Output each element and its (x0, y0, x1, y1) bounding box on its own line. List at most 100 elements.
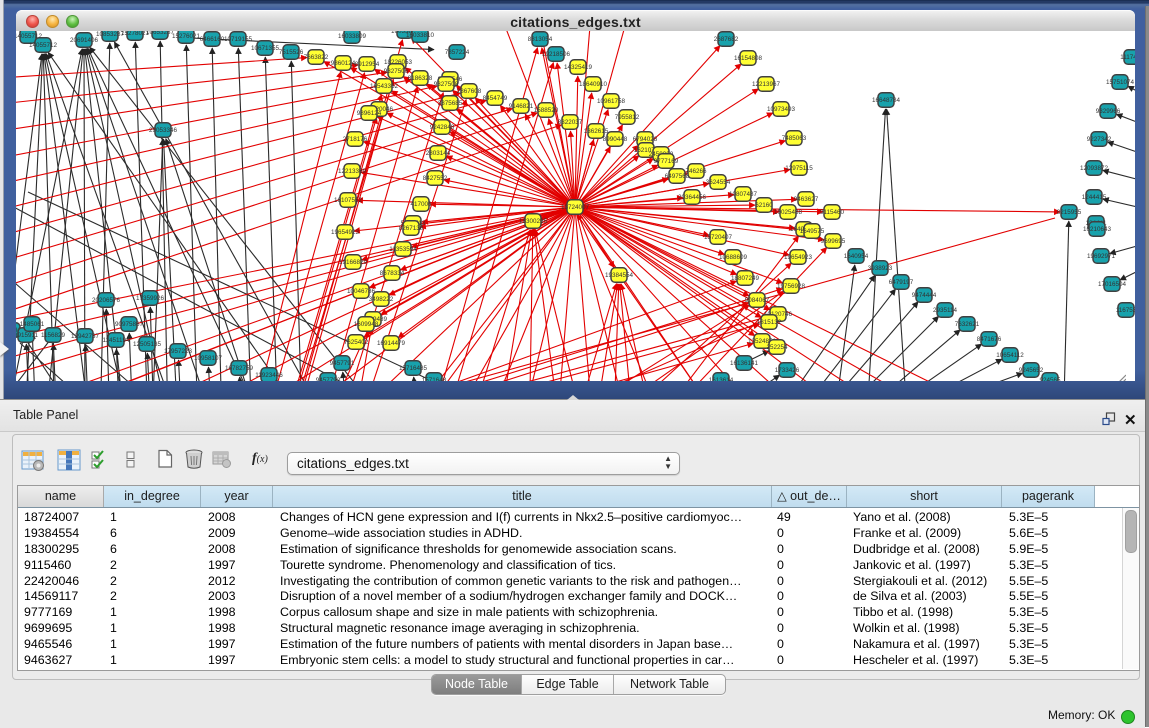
svg-text:12942737: 12942737 (71, 333, 100, 340)
svg-text:90975867: 90975867 (115, 321, 144, 328)
svg-text:16107552: 16107552 (334, 197, 363, 204)
svg-text:12093872: 12093872 (1080, 165, 1109, 172)
svg-text:16154808: 16154808 (734, 55, 763, 62)
svg-text:8322037: 8322037 (558, 119, 583, 126)
svg-text:7625402: 7625402 (344, 339, 369, 346)
svg-text:19692971: 19692971 (1087, 253, 1116, 260)
svg-text:1117453: 1117453 (1120, 54, 1135, 61)
svg-text:18640910: 18640910 (579, 81, 608, 88)
svg-text:1815132: 1815132 (757, 319, 782, 326)
svg-text:1649575: 1649575 (800, 228, 825, 235)
svg-text:7955812: 7955812 (615, 114, 640, 121)
svg-text:9463627: 9463627 (794, 196, 819, 203)
svg-text:8471676: 8471676 (977, 336, 1002, 343)
svg-text:7857224: 7857224 (445, 49, 470, 56)
svg-text:62160: 62160 (755, 202, 773, 209)
svg-text:417006: 417006 (410, 201, 432, 208)
svg-text:1609948: 1609948 (354, 321, 379, 328)
svg-text:15720407: 15720407 (704, 234, 733, 241)
svg-text:9245652: 9245652 (1019, 367, 1044, 374)
svg-text:16136141: 16136141 (730, 360, 759, 367)
svg-text:18724007: 18724007 (561, 204, 590, 211)
svg-text:1571648: 1571648 (422, 377, 447, 381)
svg-text:9896124: 9896124 (357, 110, 382, 117)
svg-text:10025488: 10025488 (774, 209, 803, 216)
svg-text:8678334: 8678334 (380, 270, 405, 277)
svg-text:8990448: 8990448 (603, 136, 628, 143)
svg-text:10688609: 10688609 (719, 254, 748, 261)
svg-text:14325419: 14325419 (564, 64, 593, 71)
svg-text:17016504: 17016504 (1098, 281, 1127, 288)
svg-text:11353594: 11353594 (389, 246, 417, 253)
svg-text:19384554: 19384554 (605, 272, 634, 279)
svg-text:16543362: 16543362 (370, 83, 399, 90)
svg-text:9115460: 9115460 (820, 209, 845, 216)
svg-text:19218506: 19218506 (542, 51, 571, 58)
svg-text:1613614: 1613614 (709, 377, 734, 381)
svg-text:19756928: 19756928 (777, 283, 806, 290)
svg-text:1640954: 1640954 (844, 253, 869, 260)
svg-text:9474444: 9474444 (912, 292, 937, 299)
svg-text:2867608: 2867608 (457, 88, 482, 95)
svg-text:10973493: 10973493 (767, 106, 796, 113)
svg-text:19654923: 19654923 (331, 229, 360, 236)
svg-text:20206576: 20206576 (92, 297, 121, 304)
svg-text:16033810: 16033810 (406, 32, 435, 39)
svg-text:6794028: 6794028 (633, 136, 658, 143)
svg-text:2687682: 2687682 (714, 36, 739, 43)
svg-text:18807249: 18807249 (731, 275, 760, 282)
svg-text:7632621: 7632621 (955, 321, 980, 328)
svg-text:252254: 252254 (766, 344, 788, 351)
svg-text:18300295: 18300295 (519, 218, 548, 225)
svg-text:19166829: 19166829 (339, 259, 368, 266)
svg-text:16782759: 16782759 (225, 365, 254, 372)
svg-text:6479197: 6479197 (889, 279, 914, 286)
svg-text:1362615: 1362615 (584, 128, 609, 135)
svg-text:8454749: 8454749 (483, 95, 508, 102)
svg-text:9084067: 9084067 (745, 297, 770, 304)
svg-text:8267130: 8267130 (399, 225, 424, 232)
svg-text:11923446: 11923446 (255, 372, 283, 379)
svg-text:9777169: 9777169 (654, 158, 679, 165)
svg-text:14055712: 14055712 (29, 42, 58, 49)
svg-text:10961758: 10961758 (597, 98, 626, 105)
svg-text:20364456: 20364456 (678, 194, 707, 201)
svg-text:1244415: 1244415 (1082, 194, 1107, 201)
svg-text:3875685: 3875685 (438, 100, 463, 107)
svg-text:11451194: 11451194 (102, 337, 130, 344)
svg-text:17957223: 17957223 (164, 348, 193, 355)
svg-text:17359926: 17359926 (136, 295, 165, 302)
svg-text:9327506: 9327506 (384, 68, 409, 75)
svg-text:16210643: 16210643 (1083, 226, 1112, 233)
svg-text:1156829: 1156829 (41, 332, 66, 339)
svg-text:10719155: 10719155 (224, 36, 253, 43)
svg-text:3938923: 3938923 (868, 265, 893, 272)
svg-text:116753: 116753 (1116, 307, 1135, 314)
svg-text:8813054: 8813054 (528, 36, 553, 43)
svg-text:2935114: 2935114 (933, 307, 958, 314)
svg-text:8215955: 8215955 (1057, 209, 1082, 216)
svg-text:9329966: 9329966 (1096, 108, 1121, 115)
svg-text:12213369: 12213369 (338, 168, 367, 175)
svg-text:1588520: 1588520 (534, 107, 559, 114)
svg-text:8912954: 8912954 (355, 61, 380, 68)
svg-text:16033809: 16033809 (338, 33, 367, 40)
svg-text:10958107: 10958107 (194, 355, 223, 362)
svg-text:3624554: 3624554 (706, 179, 731, 186)
svg-text:1485061: 1485061 (20, 321, 45, 328)
svg-text:19654923: 19654923 (784, 254, 813, 261)
svg-text:9242848: 9242848 (430, 124, 455, 131)
svg-text:6466160: 6466160 (200, 36, 225, 43)
svg-text:8186328: 8186328 (408, 75, 433, 82)
svg-text:7663822: 7663822 (304, 54, 329, 61)
svg-text:15276021: 15276021 (172, 33, 201, 40)
svg-text:10671355: 10671355 (251, 45, 280, 52)
svg-text:9327508: 9327508 (434, 81, 459, 88)
svg-text:9699695: 9699695 (821, 238, 846, 245)
svg-text:12505135: 12505135 (133, 341, 162, 348)
svg-text:3915911: 3915911 (16, 332, 39, 339)
svg-text:7485063: 7485063 (782, 135, 807, 142)
svg-text:746266: 746266 (685, 168, 707, 175)
svg-text:9227342: 9227342 (1087, 136, 1112, 143)
svg-text:10654112: 10654112 (996, 352, 1024, 359)
